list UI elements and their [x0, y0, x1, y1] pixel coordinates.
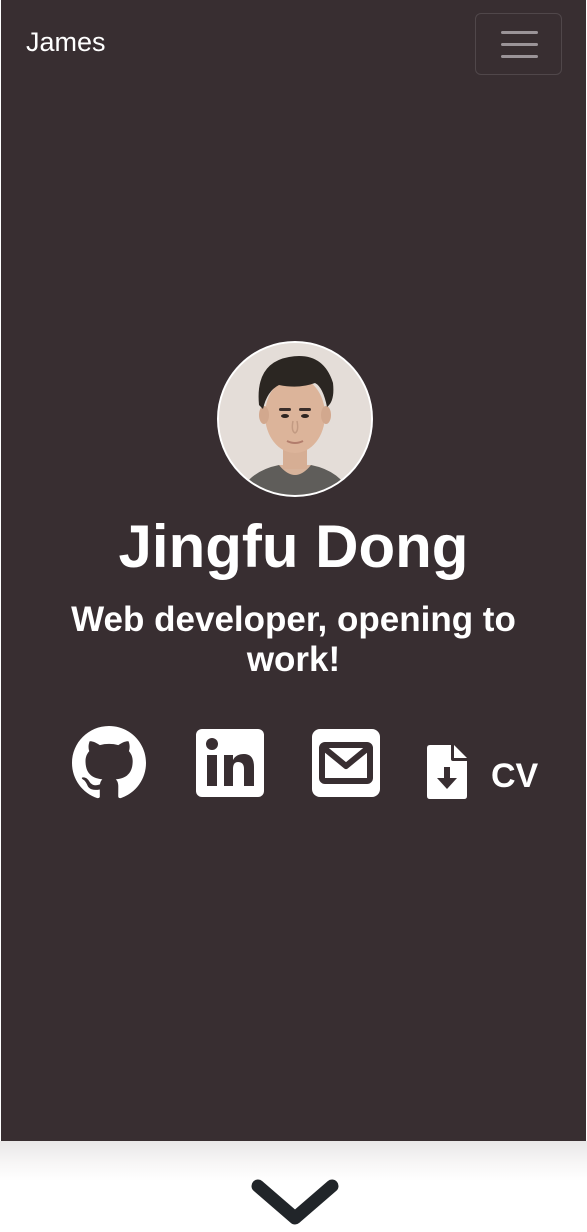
- file-download-icon: [427, 745, 467, 799]
- navbar: James: [1, 0, 586, 88]
- linkedin-icon: [196, 729, 264, 797]
- envelope-icon: [312, 729, 380, 797]
- page-title: Jingfu Dong: [118, 513, 469, 580]
- github-icon: [72, 726, 146, 799]
- cv-label: CV: [491, 757, 539, 795]
- brand-link[interactable]: James: [26, 29, 106, 56]
- linkedin-link[interactable]: [196, 729, 264, 797]
- avatar-photo: [219, 343, 371, 495]
- chevron-down-icon: [251, 1179, 339, 1225]
- scroll-down-button[interactable]: [250, 1174, 340, 1227]
- hero-section: James Jingfu Dong Web developer, opening…: [1, 0, 586, 1141]
- hamburger-bar: [501, 55, 538, 58]
- menu-toggle-button[interactable]: [475, 13, 562, 75]
- email-link[interactable]: [312, 729, 380, 797]
- hamburger-menu-icon: [501, 31, 538, 34]
- cv-download-link[interactable]: CV: [427, 745, 557, 799]
- hamburger-bar: [501, 43, 538, 46]
- github-link[interactable]: [72, 726, 146, 800]
- avatar: [217, 341, 373, 497]
- tagline: Web developer, opening to work!: [71, 600, 516, 679]
